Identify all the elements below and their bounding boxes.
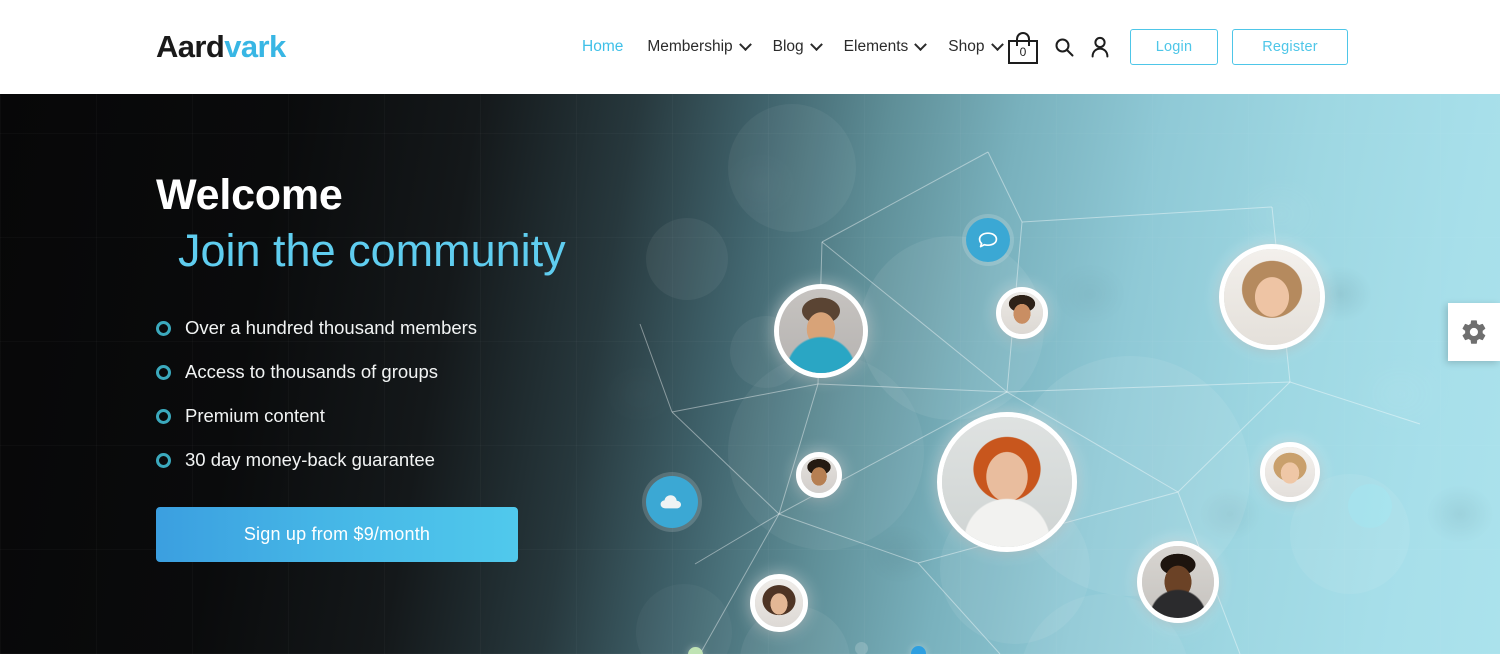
avatar-node-large-center[interactable] — [937, 412, 1077, 552]
avatar-image — [1224, 249, 1320, 345]
logo-text-accent: vark — [224, 29, 286, 64]
feature-label: Access to thousands of groups — [185, 361, 438, 382]
avatar-image — [942, 417, 1072, 547]
bullet-ring-icon — [156, 364, 171, 380]
login-button[interactable]: Login — [1130, 29, 1218, 65]
avatar-image — [1001, 292, 1043, 334]
avatar-image — [755, 579, 803, 627]
nav-item-elements[interactable]: Elements — [844, 34, 949, 60]
shopping-bag-icon[interactable]: 0 — [1008, 30, 1038, 64]
hero-tagline: Join the community — [178, 225, 566, 276]
bullet-ring-icon — [156, 452, 171, 468]
feature-item: Access to thousands of groups — [156, 360, 776, 384]
feature-label: Over a hundred thousand members — [185, 317, 478, 338]
avatar-node-woman-right[interactable] — [1260, 442, 1320, 502]
avatar-image — [801, 457, 837, 493]
avatar-node-man-small-left[interactable] — [796, 452, 842, 498]
chat-bubble-icon — [978, 232, 998, 248]
feature-label: Premium content — [185, 405, 325, 426]
chat-bubble-badge[interactable] — [966, 218, 1010, 262]
chevron-down-icon — [914, 37, 928, 51]
bokeh-circle — [1348, 484, 1392, 528]
avatar-node-man-small-top[interactable] — [996, 287, 1048, 339]
avatar-node-man-teal-shirt[interactable] — [774, 284, 868, 378]
avatar-image — [1265, 447, 1315, 497]
avatar-image — [1142, 546, 1214, 618]
site-header: Aardvark Home Membership Blog Elements S… — [0, 0, 1500, 94]
node-dot-faint — [855, 642, 868, 654]
settings-gear-tab[interactable] — [1448, 303, 1500, 361]
hero-feature-list: Over a hundred thousand members Access t… — [156, 316, 776, 472]
avatar-node-man-dark-skin[interactable] — [1137, 541, 1219, 623]
chevron-down-icon — [990, 37, 1004, 51]
avatar-image — [779, 289, 863, 373]
hero-content: Welcome Join the community Over a hundre… — [156, 170, 776, 562]
nav-label-elements: Elements — [843, 38, 909, 55]
auth-button-group: Login Register — [1130, 29, 1348, 65]
nav-item-home[interactable]: Home — [582, 34, 647, 60]
feature-item: Premium content — [156, 404, 776, 428]
avatar-node-woman-brunette[interactable] — [750, 574, 808, 632]
signup-cta-button[interactable]: Sign up from $9/month — [156, 507, 518, 562]
bokeh-circle — [636, 584, 732, 654]
site-logo[interactable]: Aardvark — [156, 30, 286, 64]
hero-heading: Welcome — [156, 171, 343, 219]
cart-count-badge: 0 — [1019, 45, 1027, 59]
chevron-down-icon — [738, 37, 752, 51]
search-icon[interactable] — [1054, 37, 1074, 57]
nav-label-shop: Shop — [948, 38, 985, 55]
feature-label: 30 day money-back guarantee — [185, 449, 435, 470]
header-icon-group: 0 — [1008, 30, 1110, 64]
nav-label-blog: Blog — [772, 38, 804, 55]
bullet-ring-icon — [156, 320, 171, 336]
avatar-node-woman-blonde[interactable] — [1219, 244, 1325, 350]
user-account-icon[interactable] — [1090, 36, 1110, 58]
nav-item-blog[interactable]: Blog — [773, 34, 844, 60]
feature-item: Over a hundred thousand members — [156, 316, 776, 340]
nav-label-membership: Membership — [647, 38, 733, 55]
gear-icon — [1462, 320, 1486, 344]
main-navigation: Home Membership Blog Elements Shop — [582, 34, 1025, 60]
node-dot-blue — [911, 646, 926, 654]
bullet-ring-icon — [156, 408, 171, 424]
feature-item: 30 day money-back guarantee — [156, 448, 776, 472]
hero-banner: Welcome Join the community Over a hundre… — [0, 94, 1500, 654]
nav-label-home: Home — [582, 38, 624, 55]
logo-text-primary: Aard — [156, 29, 225, 64]
register-button[interactable]: Register — [1232, 29, 1348, 65]
chevron-down-icon — [809, 37, 823, 51]
nav-item-membership[interactable]: Membership — [647, 34, 772, 60]
node-dot-green — [688, 647, 703, 654]
